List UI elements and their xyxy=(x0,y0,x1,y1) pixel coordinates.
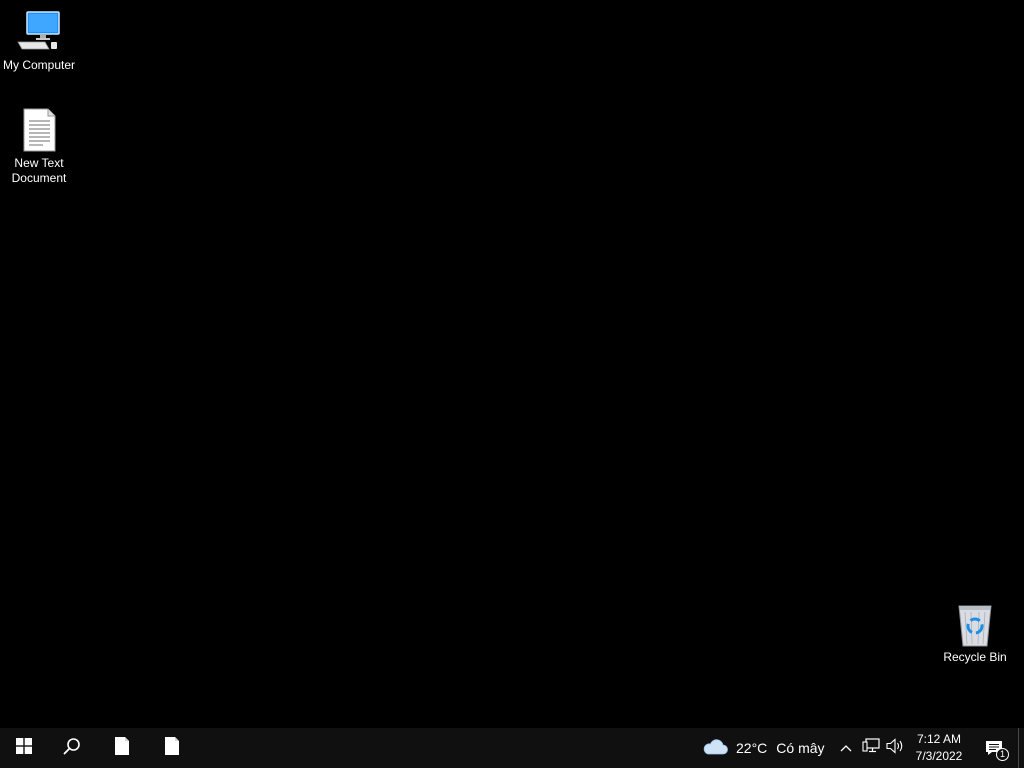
show-hidden-icons-button[interactable] xyxy=(836,728,856,768)
weather-widget[interactable]: 22°C Có mây xyxy=(702,728,832,768)
search-icon xyxy=(63,737,81,760)
windows-logo-icon xyxy=(16,737,32,759)
blank-document-icon xyxy=(114,736,130,761)
new-text-document-shortcut[interactable]: New Text Document xyxy=(0,106,78,186)
search-button[interactable] xyxy=(48,728,96,768)
blank-document-icon xyxy=(164,736,180,761)
my-computer-label: My Computer xyxy=(2,58,76,72)
show-desktop-button[interactable] xyxy=(1018,728,1024,768)
network-tray-button[interactable] xyxy=(860,728,882,768)
volume-tray-button[interactable] xyxy=(884,728,906,768)
chevron-up-icon xyxy=(840,739,852,757)
recycle-bin-shortcut[interactable]: Recycle Bin xyxy=(936,600,1014,665)
weather-temperature: 22°C xyxy=(736,740,768,756)
text-document-icon xyxy=(15,106,63,154)
network-icon xyxy=(862,737,880,759)
taskbar-clock[interactable]: 7:12 AM 7/3/2022 xyxy=(908,728,970,768)
new-text-document-label: New Text Document xyxy=(11,156,67,185)
desktop[interactable]: My Computer New Text Document Recycle Bi… xyxy=(0,0,1024,728)
taskbar: 22°C Có mây 7:12 AM 7/3/2022 1 xyxy=(0,728,1024,768)
clock-date: 7/3/2022 xyxy=(915,749,963,763)
weather-condition: Có mây xyxy=(776,740,825,756)
volume-icon xyxy=(886,737,904,759)
taskbar-app-document-2[interactable] xyxy=(148,728,196,768)
notification-icon: 1 xyxy=(976,728,1012,768)
start-button[interactable] xyxy=(0,728,48,768)
recycle-bin-label: Recycle Bin xyxy=(943,650,1007,664)
computer-icon xyxy=(15,8,63,56)
cloud-icon xyxy=(702,738,728,759)
taskbar-app-document-1[interactable] xyxy=(98,728,146,768)
recycle-bin-icon xyxy=(951,600,999,648)
my-computer-shortcut[interactable]: My Computer xyxy=(0,8,78,73)
action-center-button[interactable]: 1 xyxy=(974,728,1014,768)
clock-time: 7:12 AM xyxy=(916,732,962,746)
notification-count-badge: 1 xyxy=(996,748,1009,761)
